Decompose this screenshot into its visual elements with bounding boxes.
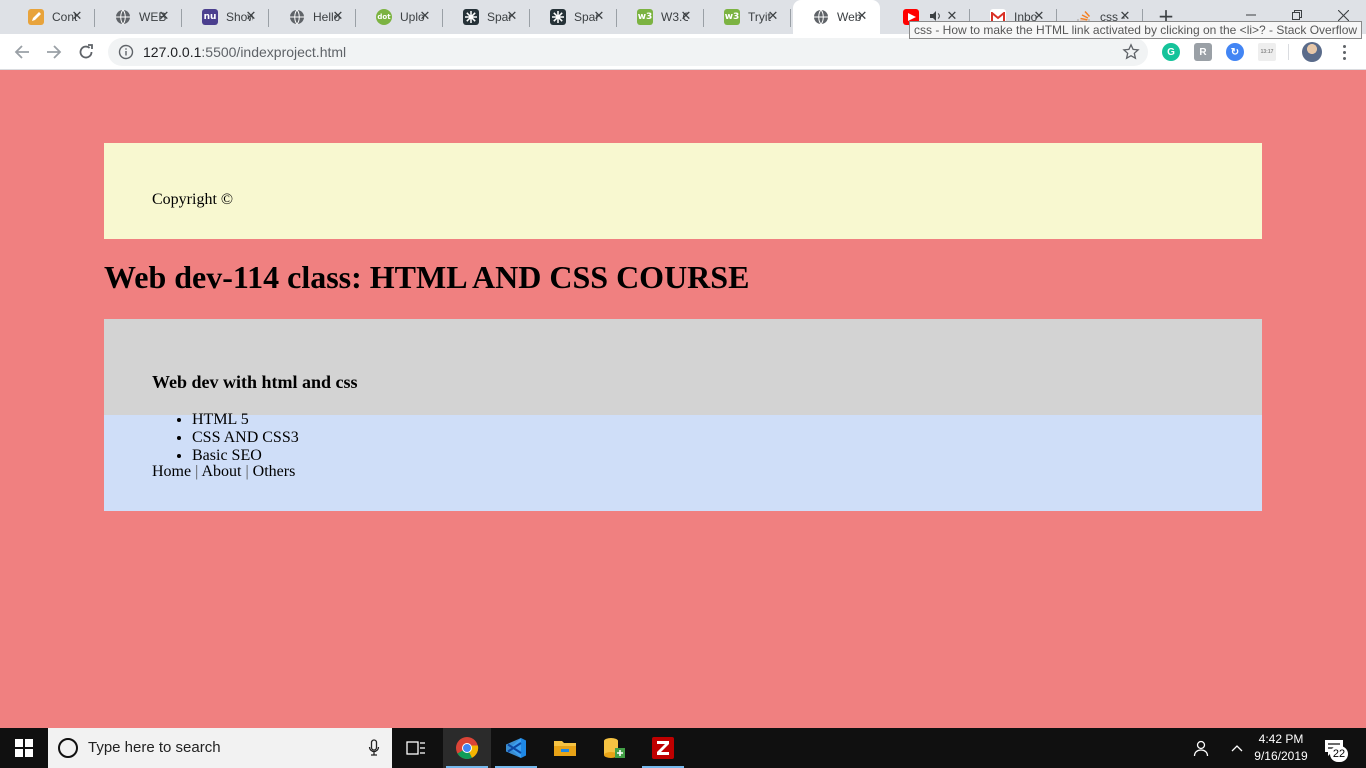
sync-extension-icon[interactable]: ↻ [1226, 43, 1244, 61]
file-explorer-taskbar-button[interactable] [541, 728, 589, 768]
minimize-icon [1246, 14, 1256, 16]
forward-button[interactable] [40, 38, 68, 66]
browser-tab[interactable]: WEB ✕ [95, 0, 182, 34]
pencil-doc-icon [28, 9, 44, 25]
address-bar[interactable]: 127.0.0.1:5500/indexproject.html [108, 38, 1148, 66]
reload-button[interactable] [72, 38, 100, 66]
w3-icon: w3 [637, 9, 653, 25]
nav-link-home[interactable]: Home [152, 463, 191, 480]
folder-icon [554, 741, 576, 756]
notification-count-badge: 22 [1330, 746, 1348, 762]
bookmark-star-icon[interactable] [1122, 43, 1140, 61]
tab-close-icon[interactable]: ✕ [504, 9, 520, 25]
people-icon [1193, 740, 1209, 757]
microphone-icon [368, 739, 380, 756]
reload-icon [79, 44, 93, 59]
tray-expand-button[interactable] [1226, 728, 1248, 768]
tab-close-icon[interactable]: ✕ [243, 9, 259, 25]
profile-avatar[interactable] [1302, 42, 1322, 62]
chevron-up-icon [1231, 745, 1243, 752]
header-section: Web dev with html and css [104, 319, 1262, 415]
tab-close-icon[interactable]: ✕ [765, 9, 781, 25]
chrome-icon [456, 737, 479, 759]
url-path: :5500/indexproject.html [201, 44, 347, 60]
globe-icon [115, 9, 131, 25]
vscode-icon [506, 738, 526, 758]
page-title: Web dev-114 class: HTML AND CSS COURSE [104, 259, 750, 295]
browser-tab[interactable]: nu Show ✕ [182, 0, 269, 34]
close-icon [1337, 9, 1349, 21]
web-page: Copyright © Web dev-114 class: HTML AND … [0, 71, 1366, 728]
browser-tab[interactable]: Cont ✕ [8, 0, 95, 34]
browser-tab[interactable]: Hello ✕ [269, 0, 356, 34]
tab-close-icon[interactable]: ✕ [156, 9, 172, 25]
browser-menu-icon[interactable] [1336, 42, 1352, 62]
nav-link-about[interactable]: About [201, 463, 241, 480]
nu-logo-icon: nu [202, 9, 218, 25]
spark-icon [463, 9, 479, 25]
restore-icon [1292, 10, 1302, 20]
tab-tooltip: css - How to make the HTML link activate… [909, 21, 1363, 39]
back-button[interactable] [8, 38, 36, 66]
grammarly-extension-icon[interactable]: G [1162, 43, 1180, 61]
filezilla-icon [652, 737, 674, 759]
tab-close-icon[interactable]: ✕ [69, 9, 85, 25]
extension-r-extension-icon[interactable]: R [1194, 43, 1212, 61]
toolbar-divider [1288, 44, 1289, 60]
browser-tab[interactable]: Web ✕ [793, 0, 880, 34]
browser-tab[interactable]: Spar ✕ [530, 0, 617, 34]
course-list: HTML 5 CSS AND CSS3 Basic SEO [192, 411, 299, 465]
tab-close-icon[interactable]: ✕ [417, 9, 433, 25]
browser-toolbar: 127.0.0.1:5500/indexproject.html G R ↻ 13:1… [0, 34, 1366, 70]
clock-time: 4:42 PM [1258, 732, 1304, 746]
taskbar-search[interactable]: Type here to search [48, 728, 392, 768]
page-nav: Home | About | Others [152, 463, 295, 481]
url-text[interactable]: 127.0.0.1:5500/indexproject.html [143, 44, 346, 60]
task-view-icon [406, 741, 425, 755]
course-item: CSS AND CSS3 [192, 429, 299, 447]
spark-icon [550, 9, 566, 25]
people-button[interactable] [1188, 728, 1216, 768]
browser-tab[interactable]: w3 W3.C ✕ [617, 0, 704, 34]
start-button[interactable] [0, 728, 48, 768]
course-section: HTML 5 CSS AND CSS3 Basic SEO Home | Abo… [104, 411, 1262, 511]
windows-logo-icon [15, 739, 33, 757]
nav-separator: | [245, 463, 249, 480]
filezilla-taskbar-button[interactable] [639, 728, 687, 768]
browser-tab[interactable]: dot Uplo ✕ [356, 0, 443, 34]
globe-icon [289, 9, 305, 25]
task-view-button[interactable] [392, 728, 440, 768]
timer-extension-icon[interactable]: 13:17 [1258, 43, 1276, 61]
tab-close-icon[interactable]: ✕ [330, 9, 346, 25]
w3-icon: w3 [724, 9, 740, 25]
search-placeholder: Type here to search [88, 739, 221, 756]
section-heading: Web dev with html and css [152, 372, 358, 392]
server-app-taskbar-button[interactable] [590, 728, 638, 768]
footer-section: Copyright © [104, 143, 1262, 239]
chrome-taskbar-button[interactable] [443, 728, 491, 768]
tab-close-icon[interactable]: ✕ [591, 9, 607, 25]
database-tools-icon [604, 738, 625, 758]
browser-tab[interactable]: Spar ✕ [443, 0, 530, 34]
forward-arrow-icon [47, 45, 62, 59]
nav-link-others[interactable]: Others [253, 463, 296, 480]
back-arrow-icon [14, 45, 29, 59]
vscode-taskbar-button[interactable] [492, 728, 540, 768]
course-item: HTML 5 [192, 411, 299, 429]
tab-close-icon[interactable]: ✕ [854, 9, 870, 25]
system-clock[interactable]: 4:42 PM 9/16/2019 [1246, 731, 1316, 765]
tab-close-icon[interactable]: ✕ [678, 9, 694, 25]
url-host: 127.0.0.1 [143, 44, 202, 60]
tab-separator [790, 9, 791, 27]
nav-separator: | [195, 463, 199, 480]
info-icon [118, 44, 134, 60]
clock-date: 9/16/2019 [1254, 749, 1308, 763]
cortana-icon [58, 738, 78, 758]
taskbar: Type here to search 4:42 PM 9/16/2019 22 [0, 728, 1366, 768]
browser-tab[interactable]: w3 Tryit ✕ [704, 0, 791, 34]
dot-logo-icon: dot [376, 9, 392, 25]
copyright-text: Copyright © [152, 191, 234, 208]
globe-icon [813, 9, 829, 25]
